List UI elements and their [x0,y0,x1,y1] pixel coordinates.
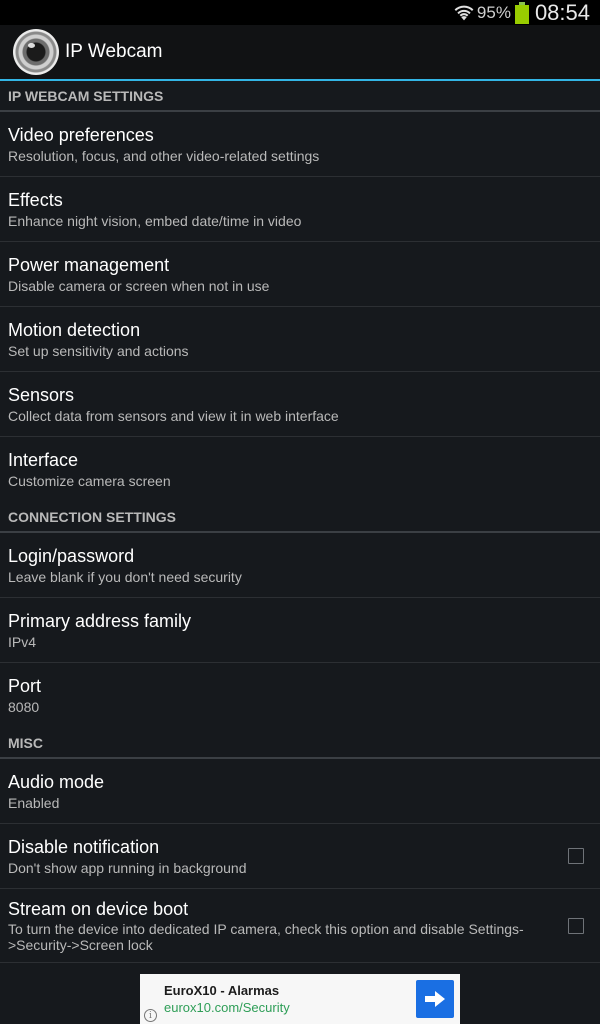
pref-summary: Enhance night vision, embed date/time in… [8,212,302,229]
pref-summary: Collect data from sensors and view it in… [8,407,339,424]
pref-title: Video preferences [8,124,154,145]
pref-summary: Customize camera screen [8,473,171,489]
pref-summary: Disable camera or screen when not in use [8,277,270,294]
ad-url[interactable]: eurox10.com/Security [164,1000,416,1015]
pref-effects[interactable]: Effects Enhance night vision, embed date… [0,177,600,242]
pref-title: Disable notification [8,836,160,857]
pref-primary-address-family[interactable]: Primary address family IPv4 [0,598,600,663]
pref-title: Interface [8,450,79,470]
pref-interface[interactable]: Interface Customize camera screen [0,437,600,502]
battery-percentage: 95% [476,2,511,22]
pref-audio-mode[interactable]: Audio mode Enabled [0,759,600,824]
pref-title: Stream on device boot [8,899,189,919]
pref-title: Audio mode [8,771,105,792]
pref-port[interactable]: Port 8080 [0,663,600,728]
section-header-settings: IP WEBCAM SETTINGS [0,81,600,112]
pref-login-password[interactable]: Login/password Leave blank if you don't … [0,533,600,598]
pref-video-preferences[interactable]: Video preferences Resolution, focus, and… [0,112,600,177]
arrow-right-icon [425,991,445,1007]
action-bar: IP Webcam [0,25,600,81]
disable-notification-checkbox[interactable] [568,848,584,864]
pref-stream-on-boot[interactable]: Stream on device boot To turn the device… [0,889,600,963]
pref-title: Motion detection [8,319,141,340]
preferences-list: IP WEBCAM SETTINGS Video preferences Res… [0,81,600,963]
pref-summary: Set up sensitivity and actions [8,342,189,359]
pref-summary: Resolution, focus, and other video-relat… [8,147,320,164]
pref-disable-notification[interactable]: Disable notification Don't show app runn… [0,824,600,889]
info-icon[interactable]: i [144,1009,157,1022]
pref-summary: Enabled [8,794,60,811]
clock: 08:54 [534,0,590,25]
pref-title: Login/password [8,545,135,566]
section-header-misc: MISC [0,728,600,759]
ad-banner[interactable]: EuroX10 - Alarmas eurox10.com/Security i [140,974,460,1024]
pref-title: Sensors [8,384,75,405]
pref-motion-detection[interactable]: Motion detection Set up sensitivity and … [0,307,600,372]
stream-on-boot-checkbox[interactable] [568,917,584,934]
pref-title: Primary address family [8,610,192,631]
section-header-connection: CONNECTION SETTINGS [0,502,600,533]
ad-title: EuroX10 - Alarmas [164,983,280,998]
camera-lens-icon[interactable] [13,29,59,75]
pref-title: Effects [8,189,63,210]
pref-power-management[interactable]: Power management Disable camera or scree… [0,242,600,307]
battery-icon [514,1,529,24]
pref-summary: Don't show app running in background [8,859,247,876]
pref-summary: To turn the device into dedicated IP cam… [8,921,524,953]
pref-title: Power management [8,254,170,275]
ad-arrow-button[interactable] [416,980,454,1018]
pref-sensors[interactable]: Sensors Collect data from sensors and vi… [0,372,600,437]
pref-title: Port [8,676,42,696]
pref-summary: IPv4 [8,633,37,650]
wifi-icon [454,5,474,20]
app-title: IP Webcam [65,41,163,62]
pref-summary: Leave blank if you don't need security [8,568,242,585]
pref-summary: 8080 [8,699,40,715]
status-bar: 95% 08:54 [0,0,600,25]
